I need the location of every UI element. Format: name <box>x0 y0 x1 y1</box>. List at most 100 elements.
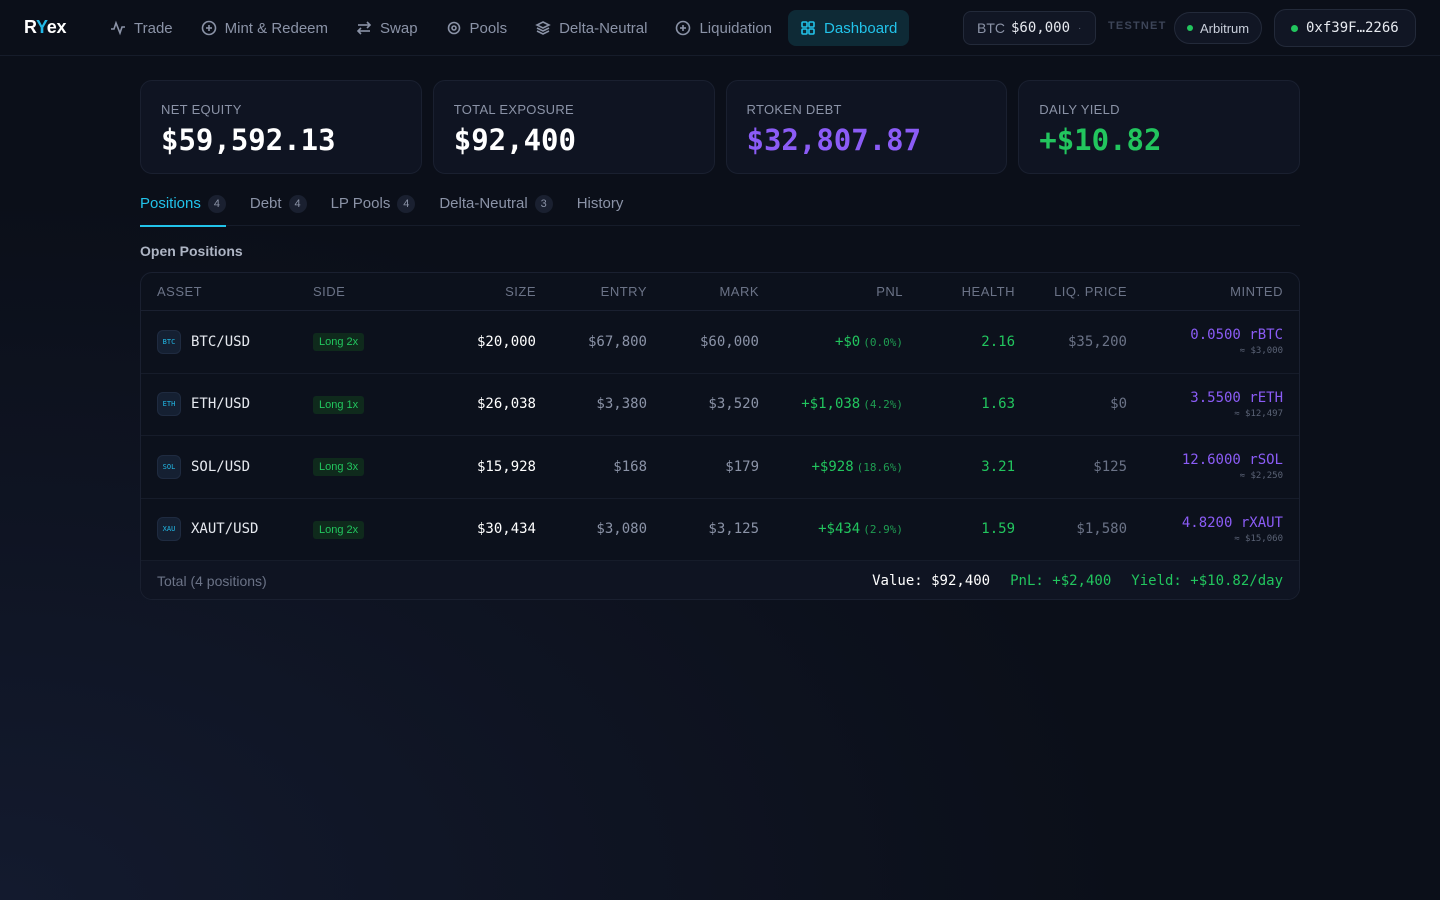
side-cell: Long 2x <box>313 332 365 352</box>
side-cell: Long 1x <box>313 395 365 414</box>
wallet-button[interactable]: 0xf39F…2266 <box>1274 9 1416 47</box>
pnl-value: +$434 <box>818 521 861 538</box>
xau-token-icon: XAU <box>157 517 181 542</box>
pnl-value: +$0 <box>834 333 861 350</box>
app-logo[interactable]: RYex <box>24 17 66 38</box>
eth-token-icon: ETH <box>157 392 181 417</box>
minted-amount: 12.6000 rSOL <box>1181 452 1283 469</box>
liq-price-cell: $125 <box>1093 458 1127 475</box>
logo-y: Y <box>36 17 47 37</box>
nav-mint-redeem[interactable]: Mint & Redeem <box>189 10 340 46</box>
minted-amount: 3.5500 rETH <box>1190 389 1283 406</box>
grid-icon <box>800 20 816 36</box>
side-badge: Long 2x <box>313 520 365 539</box>
plus-circle-icon <box>201 20 217 36</box>
health-cell: 2.16 <box>981 333 1015 350</box>
size-cell: $26,038 <box>476 396 536 413</box>
health-cell: 1.59 <box>981 521 1015 538</box>
plus-circle-icon <box>675 20 691 36</box>
pnl-cell: +$434 (2.9%) <box>818 521 903 537</box>
stat-value: $59,592.13 <box>161 123 336 157</box>
liq-price-cell: $0 <box>1110 396 1127 413</box>
entry-cell: $67,800 <box>587 333 647 350</box>
positions-table: ASSET SIDE SIZE ENTRY MARK PNL HEALTH LI… <box>140 272 1300 600</box>
nav-swap[interactable]: Swap <box>344 10 430 46</box>
header-side[interactable]: SIDE <box>313 284 345 299</box>
nav-pools-label: Pools <box>469 19 508 37</box>
tab-history[interactable]: History <box>577 190 624 226</box>
nav-dashboard[interactable]: Dashboard <box>788 10 910 46</box>
liq-price-cell: $35,200 <box>1067 333 1127 350</box>
asset-cell: SOL SOL/USD <box>157 454 251 479</box>
header-health[interactable]: HEALTH <box>962 284 1015 299</box>
total-value: Value: $92,400 <box>872 573 991 589</box>
side-badge: Long 2x <box>313 333 365 352</box>
pnl-value: +$928 <box>811 458 854 475</box>
table-row[interactable]: BTC BTC/USD Long 2x $20,000 $67,800 $60,… <box>141 311 1299 374</box>
total-yield: Yield: +$10.82/day <box>1131 573 1283 589</box>
nav-delta-neutral[interactable]: Delta-Neutral <box>523 10 659 46</box>
tab-label: Debt <box>249 195 282 212</box>
asset-name: ETH/USD <box>191 396 251 413</box>
sol-token-icon: SOL <box>157 454 181 479</box>
mark-cell: $60,000 <box>699 333 759 350</box>
header-pnl[interactable]: PNL <box>876 284 903 299</box>
activity-icon <box>110 20 126 36</box>
swap-icon <box>356 20 372 36</box>
btc-token-icon: BTC <box>157 329 181 354</box>
nav-liquidation[interactable]: Liquidation <box>663 10 784 46</box>
asset-name: SOL/USD <box>191 458 251 475</box>
minted-usd: ≈ $3,000 <box>1239 346 1283 357</box>
stat-label: TOTAL EXPOSURE <box>453 102 575 117</box>
entry-cell: $3,080 <box>596 521 647 538</box>
tab-debt[interactable]: Debt 4 <box>250 190 307 226</box>
stat-value: $92,400 <box>453 123 576 157</box>
stat-card-daily-yield: DAILY YIELD +$10.82 <box>1018 80 1300 174</box>
wallet-status-dot <box>1291 24 1298 32</box>
header-mark[interactable]: MARK <box>719 284 759 299</box>
table-row[interactable]: XAU XAUT/USD Long 2x $30,434 $3,080 $3,1… <box>141 499 1299 561</box>
layers-icon <box>535 20 551 36</box>
side-cell: Long 3x <box>313 457 365 477</box>
pnl-percent: (0.0%) <box>863 335 903 349</box>
health-cell: 3.21 <box>981 458 1015 475</box>
network-selector[interactable]: Arbitrum <box>1174 12 1262 44</box>
minted-usd: ≈ $15,060 <box>1234 533 1283 544</box>
section-title: Open Positions <box>140 243 243 259</box>
wallet-address: 0xf39F…2266 <box>1306 20 1399 36</box>
stat-cards: NET EQUITY $59,592.13 TOTAL EXPOSURE $92… <box>140 80 1300 174</box>
asset-name: BTC/USD <box>191 333 251 350</box>
tab-count-badge: 4 <box>288 195 307 213</box>
table-footer: Total (4 positions) Value: $92,400 PnL: … <box>141 561 1299 599</box>
header-entry[interactable]: ENTRY <box>601 284 647 299</box>
table-row[interactable]: SOL SOL/USD Long 3x $15,928 $168 $179 +$… <box>141 436 1299 499</box>
header-size[interactable]: SIZE <box>505 284 536 299</box>
btc-price-pill[interactable]: BTC $60,000 · <box>963 11 1096 45</box>
nav-mint-redeem-label: Mint & Redeem <box>224 19 329 37</box>
tab-lp-pools[interactable]: LP Pools 4 <box>331 190 416 226</box>
stat-card-net-equity: NET EQUITY $59,592.13 <box>140 80 422 174</box>
tab-delta-neutral[interactable]: Delta-Neutral 3 <box>439 190 553 226</box>
header-liq-price[interactable]: LIQ. PRICE <box>1054 284 1127 299</box>
stat-value: +$10.82 <box>1039 123 1162 157</box>
entry-cell: $3,380 <box>596 396 647 413</box>
size-cell: $30,434 <box>476 521 536 538</box>
tab-count-badge: 3 <box>534 195 553 213</box>
nav-trade[interactable]: Trade <box>98 10 185 46</box>
logo-prefix: R <box>24 17 37 37</box>
tab-count-badge: 4 <box>397 195 416 213</box>
pnl-cell: +$1,038 (4.2%) <box>801 396 903 412</box>
minted-amount: 4.8200 rXAUT <box>1181 514 1283 531</box>
tab-label: Positions <box>140 195 201 212</box>
header-minted[interactable]: MINTED <box>1230 284 1283 299</box>
testnet-tag: TESTNET <box>1108 20 1167 32</box>
total-pnl: PnL: +$2,400 <box>1010 573 1112 589</box>
stat-label: DAILY YIELD <box>1039 102 1120 117</box>
table-row[interactable]: ETH ETH/USD Long 1x $26,038 $3,380 $3,52… <box>141 374 1299 436</box>
header-asset[interactable]: ASSET <box>157 284 202 299</box>
minted-cell: 0.0500 rBTC ≈ $3,000 <box>1190 327 1283 356</box>
entry-cell: $168 <box>613 458 647 475</box>
asset-cell: BTC BTC/USD <box>157 329 251 354</box>
tab-positions[interactable]: Positions 4 <box>140 190 226 227</box>
nav-pools[interactable]: Pools <box>434 10 520 46</box>
